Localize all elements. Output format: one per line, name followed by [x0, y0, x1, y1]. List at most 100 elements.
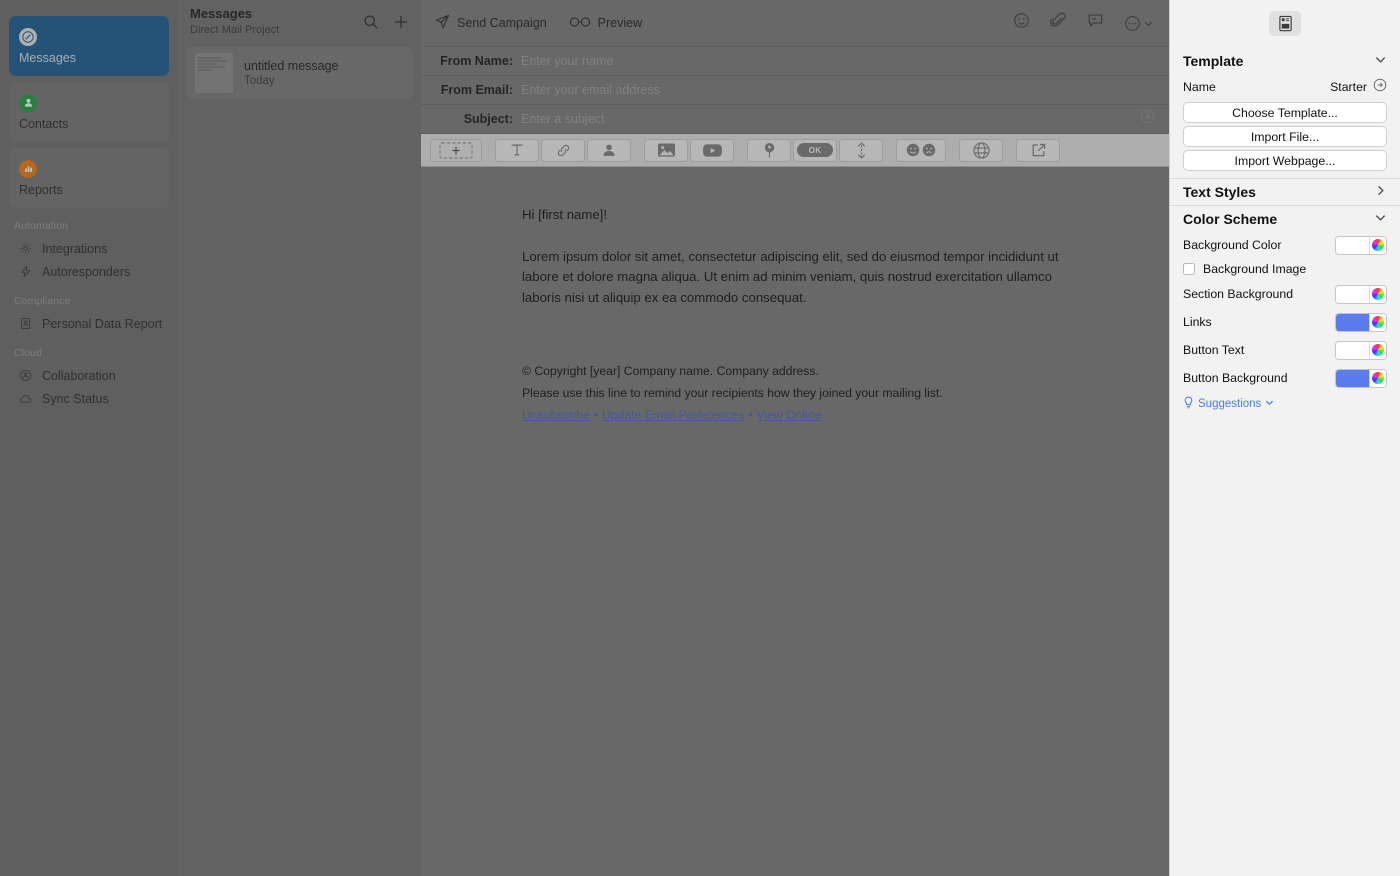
button-icon[interactable]: OK — [793, 138, 837, 162]
sidebar-item-label: Autoresponders — [42, 264, 131, 279]
sidebar-item-sync-status[interactable]: Sync Status — [0, 387, 178, 410]
swatch-fill — [1336, 313, 1369, 331]
suggestions-button[interactable]: Suggestions — [1170, 392, 1400, 412]
message-list-titles: Messages Direct Mail Project — [190, 6, 279, 37]
text-styles-heading: Text Styles — [1183, 184, 1256, 200]
button-background-color-swatch[interactable] — [1335, 368, 1387, 388]
add-field-icon[interactable] — [1140, 109, 1155, 129]
bolt-icon — [18, 264, 33, 279]
editor-toolbar-right — [1013, 12, 1153, 34]
message-list-title: Messages — [190, 6, 253, 21]
import-webpage-button[interactable]: Import Webpage... — [1183, 150, 1387, 171]
subject-input[interactable]: Enter a subject — [521, 112, 604, 126]
sidebar-item-autoresponders[interactable]: Autoresponders — [0, 260, 178, 283]
spacer-icon[interactable] — [839, 138, 883, 162]
sidebar-group-compliance-title: Compliance — [14, 295, 71, 307]
template-section-header[interactable]: Template — [1170, 47, 1400, 74]
from-email-label: From Email: — [440, 83, 513, 97]
pin-icon[interactable] — [747, 138, 791, 162]
links-label: Links — [1183, 315, 1212, 329]
sidebar-item-personal-data-report[interactable]: Personal Data Report — [0, 312, 178, 335]
sidebar-item-collaboration[interactable]: Collaboration — [0, 364, 178, 387]
from-name-row[interactable]: From Name: Enter your name — [421, 47, 1169, 76]
sidebar-item-label: Contacts — [19, 116, 69, 131]
cloud-icon — [18, 391, 33, 406]
color-wheel-icon[interactable] — [1369, 369, 1386, 387]
sidebar: Messages Contacts Reports Automation Int… — [0, 0, 178, 876]
choose-template-button[interactable]: Choose Template... — [1183, 102, 1387, 123]
suggestions-label: Suggestions — [1198, 398, 1262, 410]
template-name-value: Starter — [1330, 79, 1367, 94]
inspector-panel: Template Name Starter Choose Template...… — [1169, 0, 1400, 876]
color-scheme-section-header[interactable]: Color Scheme — [1170, 205, 1400, 232]
background-image-row[interactable]: Background Image — [1170, 258, 1400, 280]
compose-pencil-icon — [19, 27, 37, 46]
send-campaign-button[interactable]: Send Campaign — [435, 14, 547, 32]
message-list-actions — [363, 6, 409, 30]
chevron-down-icon[interactable] — [1374, 211, 1387, 227]
button-icon-label: OK — [797, 143, 833, 157]
survey-icon[interactable] — [896, 138, 946, 162]
view-online-link[interactable]: View Online — [757, 408, 822, 422]
sidebar-item-integrations[interactable]: Integrations — [0, 237, 178, 260]
swatch-fill — [1336, 341, 1369, 359]
from-name-label: From Name: — [440, 54, 513, 68]
from-email-row[interactable]: From Email: Enter your email address — [421, 76, 1169, 105]
color-wheel-icon[interactable] — [1369, 236, 1386, 254]
section-background-row: Section Background — [1170, 280, 1400, 308]
import-file-button[interactable]: Import File... — [1183, 126, 1387, 147]
image-icon[interactable] — [644, 138, 688, 162]
contact-icon[interactable] — [587, 138, 631, 162]
text-styles-section-header[interactable]: Text Styles — [1170, 178, 1400, 205]
background-image-checkbox[interactable] — [1183, 263, 1195, 275]
social-globe-icon[interactable] — [959, 138, 1003, 162]
text-icon[interactable] — [495, 138, 539, 162]
chevron-down-icon[interactable] — [1374, 53, 1387, 69]
message-date: Today — [244, 74, 275, 87]
video-icon[interactable] — [690, 138, 734, 162]
template-layout-icon[interactable] — [1269, 11, 1301, 36]
unsubscribe-link[interactable]: Unsubscribe — [522, 408, 590, 422]
sidebar-group-automation-title: Automation — [14, 220, 69, 232]
color-wheel-icon[interactable] — [1369, 341, 1386, 359]
sidebar-item-label: Reports — [19, 182, 63, 197]
sidebar-item-messages[interactable]: Messages — [9, 16, 169, 76]
sidebar-group-cloud-title: Cloud — [14, 347, 42, 359]
share-icon[interactable] — [1016, 138, 1060, 162]
add-icon[interactable] — [393, 14, 409, 30]
footer-links: Unsubscribe • Update Email Preferences • Vie… — [522, 404, 1082, 426]
arrow-right-circle-icon[interactable] — [1373, 78, 1387, 95]
button-text-color-swatch[interactable] — [1335, 340, 1387, 360]
sidebar-item-label: Sync Status — [42, 391, 109, 406]
email-body[interactable]: Hi [first name]! Lorem ipsum dolor sit a… — [522, 205, 1082, 426]
emoji-icon[interactable] — [1013, 12, 1030, 34]
color-wheel-icon[interactable] — [1369, 313, 1386, 331]
sidebar-item-contacts[interactable]: Contacts — [9, 82, 169, 142]
from-email-input[interactable]: Enter your email address — [521, 83, 660, 97]
link-icon[interactable] — [541, 138, 585, 162]
comment-icon[interactable] — [1087, 12, 1104, 34]
background-color-label: Background Color — [1183, 238, 1282, 252]
links-color-swatch[interactable] — [1335, 312, 1387, 332]
preview-button[interactable]: Preview — [569, 15, 642, 32]
email-canvas[interactable]: Hi [first name]! Lorem ipsum dolor sit a… — [421, 167, 1169, 876]
background-color-swatch[interactable] — [1335, 235, 1387, 255]
sidebar-item-reports[interactable]: Reports — [9, 148, 169, 208]
chevron-down-icon[interactable] — [1265, 398, 1274, 410]
update-preferences-link[interactable]: Update Email Preferences — [602, 408, 744, 422]
section-background-swatch[interactable] — [1335, 284, 1387, 304]
collaboration-icon — [18, 368, 33, 383]
color-wheel-icon[interactable] — [1369, 285, 1386, 303]
message-name: untitled message — [244, 58, 339, 73]
list-item[interactable]: untitled message Today — [186, 47, 413, 99]
sidebar-item-label: Messages — [19, 50, 76, 65]
background-image-label: Background Image — [1203, 262, 1307, 276]
more-icon[interactable] — [1124, 15, 1153, 32]
chevron-right-icon[interactable] — [1374, 184, 1387, 200]
section-background-label: Section Background — [1183, 287, 1294, 301]
from-name-input[interactable]: Enter your name — [521, 54, 613, 68]
attachment-icon[interactable] — [1050, 12, 1067, 34]
add-block-icon[interactable] — [430, 138, 482, 162]
subject-row[interactable]: Subject: Enter a subject — [421, 105, 1169, 134]
search-icon[interactable] — [363, 14, 379, 30]
